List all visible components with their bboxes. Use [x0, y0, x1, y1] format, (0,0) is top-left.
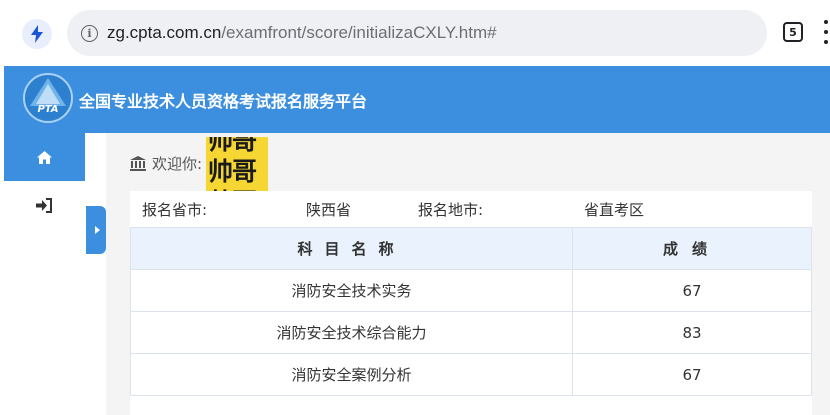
- header-subject: 科目名称: [130, 227, 573, 270]
- more-menu-icon[interactable]: [822, 20, 830, 46]
- name-sticker: 帅哥 帅哥 帅哥: [206, 137, 268, 197]
- tab-switcher-button[interactable]: 5: [783, 22, 803, 42]
- info-icon[interactable]: i: [81, 24, 98, 42]
- table-row: 消防安全技术综合能力 83: [130, 311, 812, 354]
- bank-icon: [130, 156, 146, 171]
- address-bar[interactable]: i zg.cpta.com.cn/examfront/score/initial…: [67, 10, 767, 56]
- url-path: /examfront/score/initializaCXLY.htm#: [221, 23, 497, 42]
- city-value: 省直考区: [584, 200, 645, 219]
- browser-toolbar: i zg.cpta.com.cn/examfront/score/initial…: [0, 0, 830, 66]
- city-label: 报名地市:: [418, 200, 484, 219]
- url-host: zg.cpta.com.cn: [107, 23, 222, 42]
- url-text[interactable]: zg.cpta.com.cn/examfront/score/initializ…: [107, 23, 497, 43]
- site-title: 全国专业技术人员资格考试报名服务平台: [79, 92, 368, 111]
- svg-text:PTA: PTA: [37, 104, 58, 115]
- welcome-label: 欢迎你:: [152, 155, 203, 173]
- info-table: 报名省市: 陕西省 报名地市: 省直考区: [130, 191, 812, 227]
- score-cell: 67: [572, 353, 812, 396]
- home-icon: [37, 150, 52, 164]
- subject-cell: 消防安全技术实务: [130, 269, 573, 312]
- table-row: 消防安全案例分析 67: [130, 353, 812, 396]
- lightning-icon[interactable]: [22, 19, 52, 49]
- main-content: 欢迎你: 帅哥 帅哥 帅哥 报名省市: 陕西省 报名地市: 省直考区 科目名称 …: [106, 133, 830, 415]
- subject-cell: 消防安全技术综合能力: [130, 311, 573, 354]
- pta-logo: PTA: [23, 73, 73, 123]
- score-card: 报名省市: 陕西省 报名地市: 省直考区 科目名称 成绩 消防安全技术实务 67…: [130, 191, 812, 415]
- sidebar-toggle[interactable]: [86, 206, 106, 254]
- sidebar-item-home[interactable]: [4, 133, 85, 181]
- score-table: 科目名称 成绩 消防安全技术实务 67 消防安全技术综合能力 83 消防安全案例…: [130, 227, 812, 396]
- header-score: 成绩: [572, 227, 812, 270]
- sidebar-item-login[interactable]: [4, 185, 85, 225]
- score-cell: 67: [572, 269, 812, 312]
- province-value: 陕西省: [306, 200, 352, 219]
- site-header: PTA 全国专业技术人员资格考试报名服务平台: [4, 66, 830, 133]
- subject-cell: 消防安全案例分析: [130, 353, 573, 396]
- table-row: 消防安全技术实务 67: [130, 269, 812, 312]
- welcome-line: 欢迎你:: [130, 153, 202, 174]
- sidebar: [4, 133, 85, 415]
- score-cell: 83: [572, 311, 812, 354]
- province-label: 报名省市:: [142, 200, 208, 219]
- chevron-right-icon: [94, 226, 100, 234]
- sign-in-icon: [36, 197, 52, 213]
